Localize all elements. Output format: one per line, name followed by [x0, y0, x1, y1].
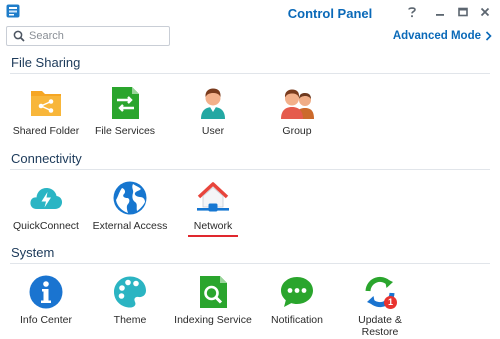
item-label: Indexing Service: [174, 314, 252, 326]
item-label: User: [201, 125, 225, 137]
item-label: Theme: [113, 314, 147, 326]
item-indexing-service[interactable]: Indexing Service: [173, 274, 253, 326]
notification-icon: [281, 277, 313, 307]
item-group[interactable]: Group: [257, 85, 337, 137]
theme-icon: [114, 276, 146, 308]
maximize-icon: [458, 7, 468, 17]
group-icon: [281, 89, 314, 119]
title-bar: Control Panel: [0, 0, 500, 24]
section-divider: [10, 73, 490, 74]
item-label: Shared Folder: [12, 125, 80, 137]
item-label: External Access: [92, 220, 168, 232]
minimize-icon: [436, 14, 444, 16]
external-access-icon: [113, 181, 147, 215]
item-quickconnect[interactable]: QuickConnect: [6, 180, 86, 232]
item-theme[interactable]: Theme: [90, 274, 170, 326]
user-icon: [201, 88, 225, 119]
shared-folder-icon: [31, 91, 61, 116]
item-info-center[interactable]: Info Center: [6, 274, 86, 326]
item-label: Notification: [271, 314, 323, 326]
chevron-right-icon: [485, 31, 492, 41]
maximize-button[interactable]: [454, 3, 472, 21]
item-label: Update & Restore: [358, 314, 402, 338]
selected-underline: [188, 235, 238, 237]
item-label: QuickConnect: [13, 220, 79, 232]
search-box[interactable]: [6, 26, 170, 46]
advanced-mode-label: Advanced Mode: [392, 30, 481, 42]
file-services-icon: [112, 87, 139, 119]
item-user[interactable]: User: [173, 85, 253, 137]
advanced-mode-link[interactable]: Advanced Mode: [393, 30, 492, 42]
item-notification[interactable]: Notification: [257, 274, 337, 326]
close-button[interactable]: [476, 3, 494, 21]
item-label: Group: [282, 125, 312, 137]
quickconnect-icon: [30, 187, 63, 209]
info-center-icon: [29, 275, 63, 309]
item-network[interactable]: Network: [173, 180, 253, 237]
search-input[interactable]: [29, 28, 165, 44]
section-title-connectivity: Connectivity: [11, 151, 82, 166]
help-button[interactable]: [403, 3, 421, 21]
window-title: Control Panel: [287, 6, 373, 21]
item-label: File Services: [94, 125, 156, 137]
indexing-service-icon: [200, 276, 227, 308]
section-divider: [10, 169, 490, 170]
network-icon: [197, 182, 229, 212]
notification-badge: 1: [384, 296, 397, 309]
item-label: Info Center: [20, 314, 72, 326]
section-title-system: System: [11, 245, 55, 260]
help-icon: [408, 7, 416, 18]
section-divider: [10, 263, 490, 264]
item-update-restore[interactable]: 1 Update & Restore: [340, 274, 420, 338]
section-title-file-sharing: File Sharing: [11, 55, 81, 70]
item-label: Network: [193, 220, 233, 232]
minimize-button[interactable]: [431, 3, 449, 21]
item-file-services[interactable]: File Services: [85, 85, 165, 137]
item-external-access[interactable]: External Access: [90, 180, 170, 232]
item-shared-folder[interactable]: Shared Folder: [6, 85, 86, 137]
search-icon: [13, 30, 25, 42]
close-icon: [480, 7, 490, 17]
